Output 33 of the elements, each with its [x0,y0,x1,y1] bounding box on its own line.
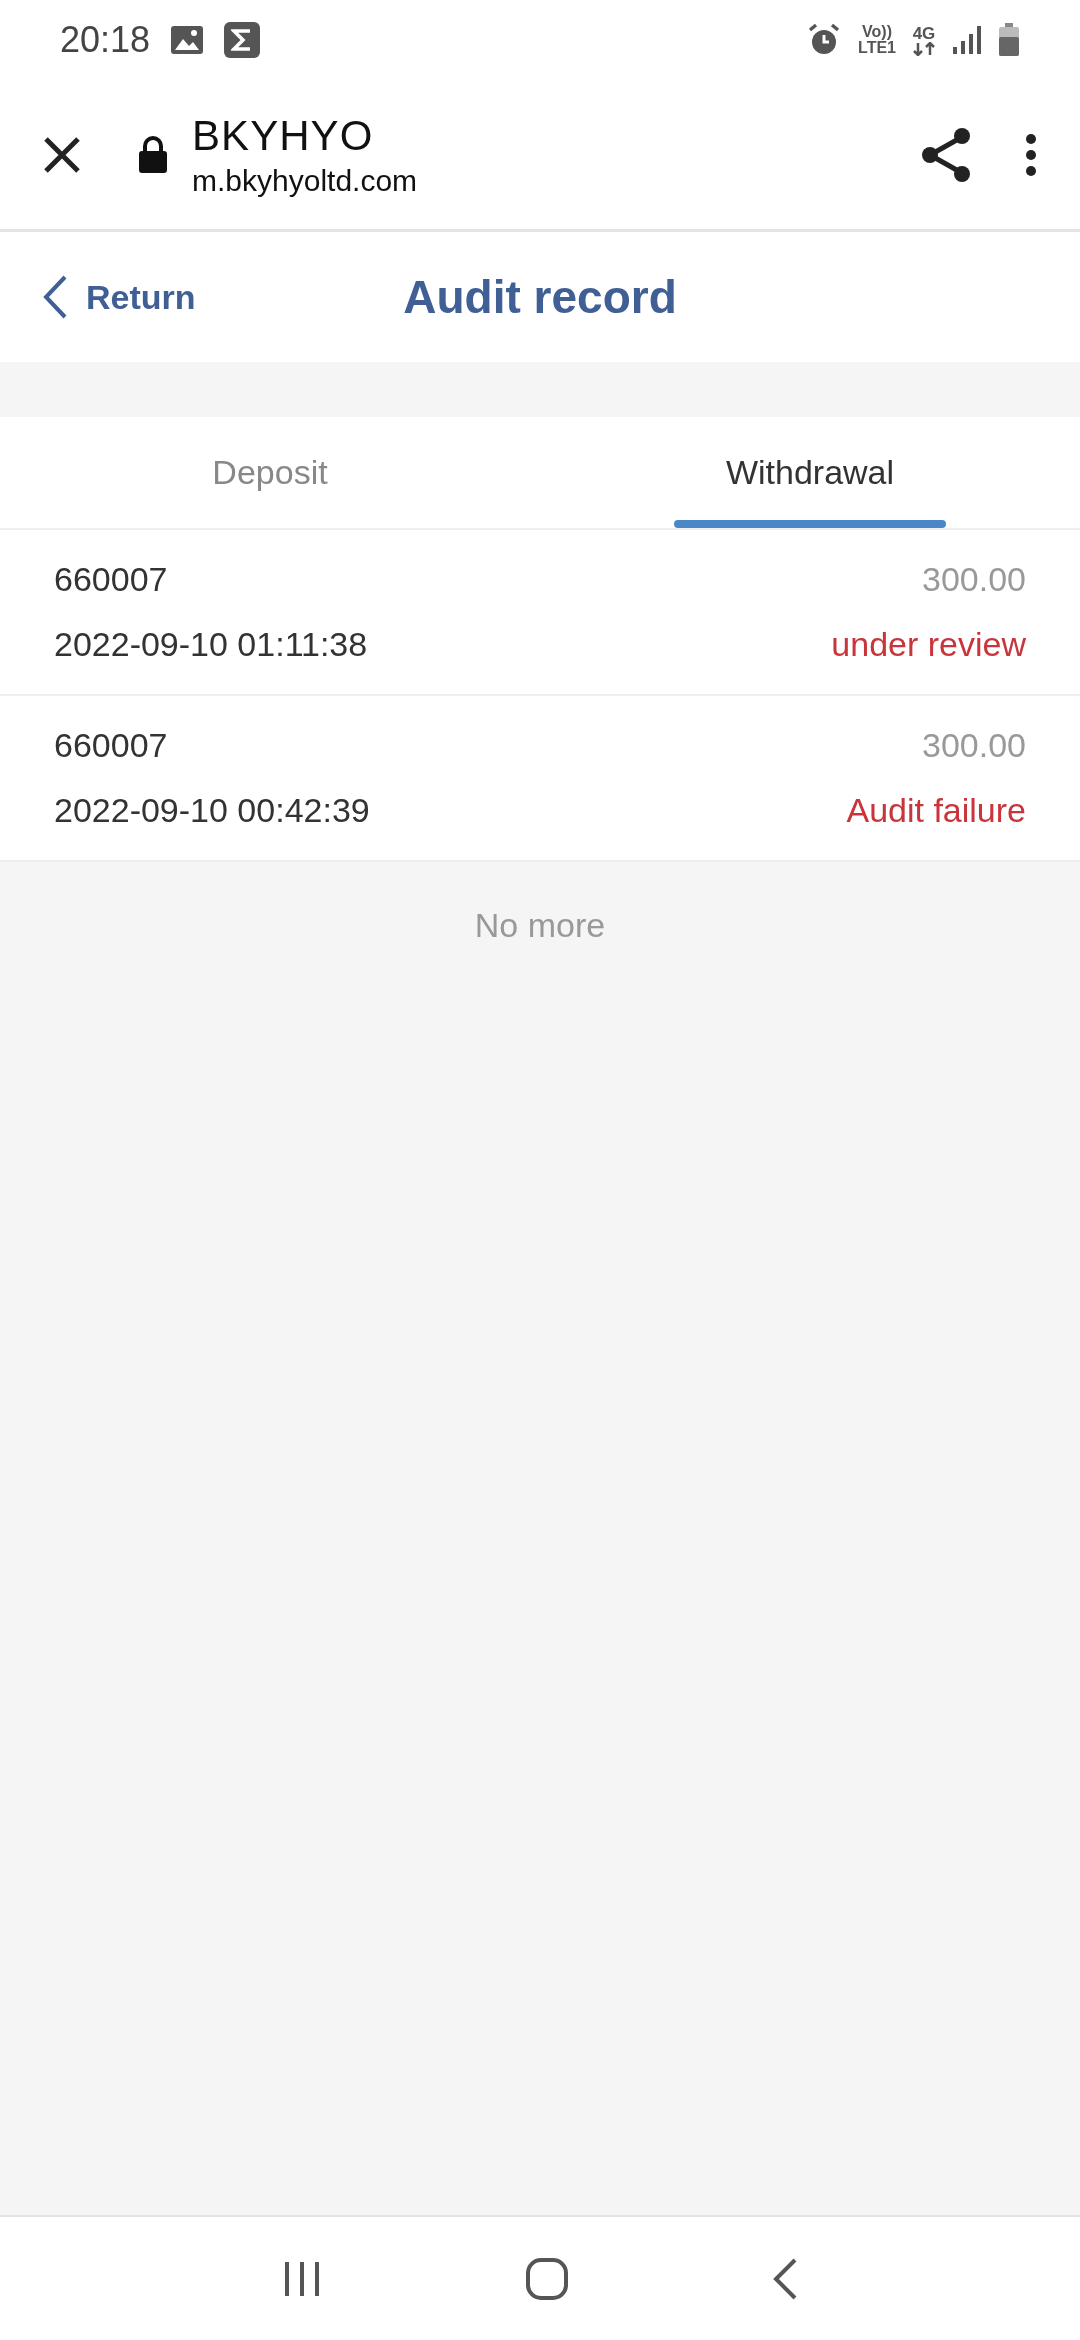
site-url: m.bkyhyoltd.com [192,163,418,199]
chevron-left-icon [42,274,68,320]
image-icon [170,25,205,55]
site-title: BKYHYO [192,110,375,161]
home-icon[interactable] [525,2256,569,2301]
sigma-icon [224,22,261,58]
end-of-list-note: No more [474,905,606,946]
record-amount: 300.00 [922,559,1026,600]
more-options-icon[interactable] [1024,132,1038,177]
network-label: 4G [912,24,936,42]
record-amount: 300.00 [922,725,1026,766]
volte-label: Vo)) [862,24,892,40]
record-status: under review [831,624,1026,665]
record-status: Audit failure [846,790,1026,831]
record-time: 2022-09-10 00:42:39 [54,790,370,831]
record-id: 660007 [54,559,168,600]
record-id: 660007 [54,725,168,766]
lock-icon [138,135,168,174]
record-time: 2022-09-10 01:11:38 [54,624,368,665]
return-button[interactable]: Return [42,271,196,323]
tab[interactable]: Withdrawal [540,417,1080,528]
record-row[interactable]: 660007 300.00 2022-09-10 00:42:39 Audit failure [0,696,1080,862]
back-icon[interactable] [772,2256,799,2301]
signal-icon [952,25,982,55]
share-icon[interactable] [920,126,972,183]
record-row[interactable]: 660007 300.00 2022-09-10 01:11:38 under review [0,530,1080,696]
battery-icon [998,23,1020,57]
page-title: Audit record [403,269,677,325]
clock: 20:18 [60,18,151,62]
tab[interactable]: Deposit [0,417,540,528]
close-icon[interactable] [42,134,82,175]
data-arrows-icon [912,41,936,56]
lte-label: LTE1 [858,40,896,56]
